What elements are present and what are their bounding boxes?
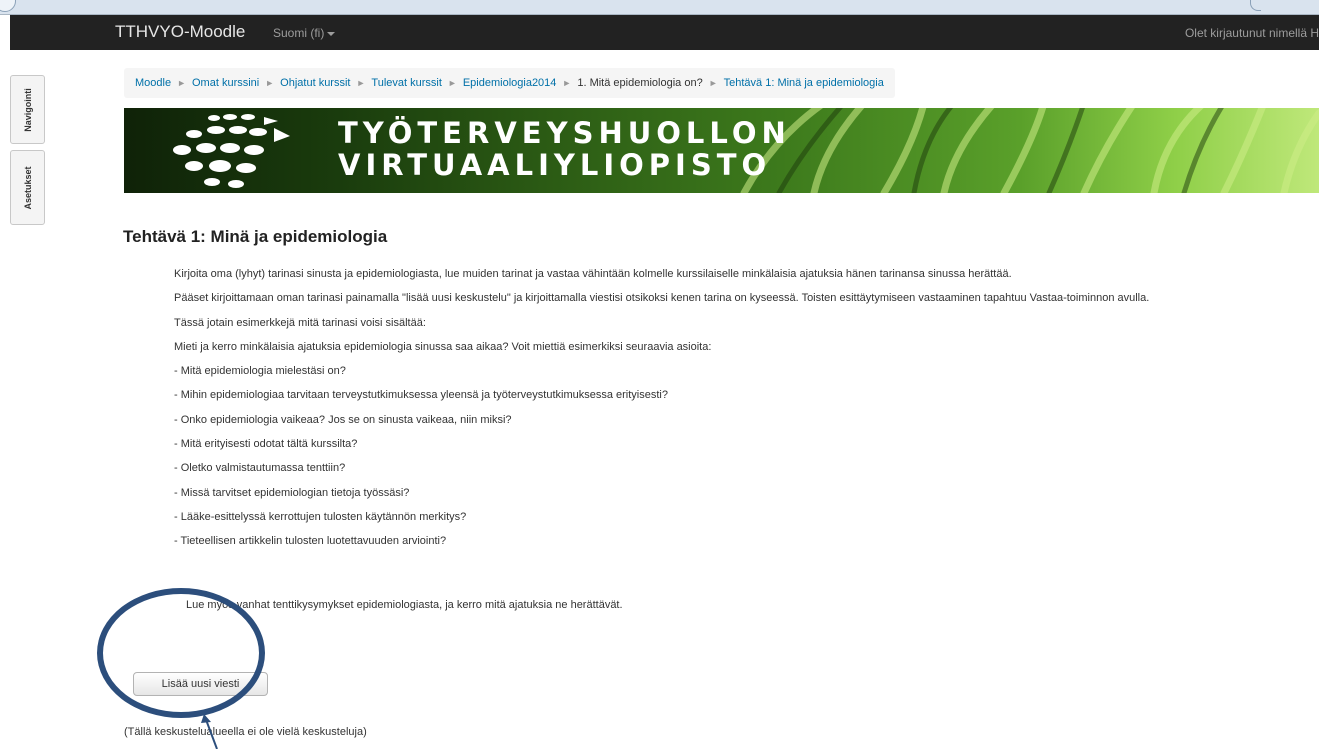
caret-down-icon bbox=[327, 31, 336, 36]
breadcrumb-separator-icon: ► bbox=[265, 78, 275, 88]
dock-tab-settings-label: Asetukset bbox=[22, 165, 33, 210]
breadcrumb-separator-icon: ► bbox=[177, 78, 186, 88]
question-item: - Lääke-esittelyssä kerrottujen tulosten… bbox=[174, 510, 467, 523]
breadcrumb-item-guided-courses[interactable]: Ohjatut kurssit bbox=[280, 77, 350, 89]
breadcrumb-separator-icon: ► bbox=[708, 78, 718, 88]
breadcrumb-item-my-courses[interactable]: Omat kurssini bbox=[192, 77, 259, 89]
breadcrumb-item-moodle[interactable]: Moodle bbox=[135, 77, 171, 89]
site-banner: TYÖTERVEYSHUOLLON VIRTUAALIYLIOPISTO bbox=[124, 108, 1319, 193]
no-discussions-note: (Tällä keskustelualueella ei ole vielä k… bbox=[124, 726, 367, 738]
breadcrumb-separator-icon: ► bbox=[447, 78, 457, 88]
assignment-description: Kirjoita oma (lyhyt) tarinasi sinusta ja… bbox=[174, 267, 1314, 559]
question-item: - Missä tarvitset epidemiologian tietoja… bbox=[174, 486, 410, 499]
language-menu[interactable]: Suomi (fi) bbox=[273, 26, 336, 40]
breadcrumb-separator-icon: ► bbox=[356, 78, 366, 88]
banner-title-line1: TYÖTERVEYSHUOLLON bbox=[338, 116, 791, 150]
question-item: - Oletko valmistautumassa tenttiin? bbox=[174, 462, 346, 475]
language-label: Suomi (fi) bbox=[273, 26, 325, 40]
banner-title-line2: VIRTUAALIYLIOPISTO bbox=[338, 148, 772, 182]
breadcrumb-item-course[interactable]: Epidemiologia2014 bbox=[463, 77, 557, 89]
question-item: - Tieteellisen artikkelin tulosten luote… bbox=[174, 535, 447, 548]
description-paragraph: Tässä jotain esimerkkejä mitä tarinasi v… bbox=[174, 316, 426, 329]
university-logo-icon bbox=[173, 114, 290, 188]
add-new-post-button[interactable]: Lisää uusi viesti bbox=[133, 672, 268, 696]
dock-tab-settings[interactable]: Asetukset bbox=[10, 150, 45, 225]
login-info: Olet kirjautunut nimellä H bbox=[1184, 26, 1319, 40]
description-paragraph: Mieti ja kerro minkälaisia ajatuksia epi… bbox=[174, 340, 712, 353]
dock-tab-navigation[interactable]: Navigointi bbox=[10, 75, 45, 144]
site-brand[interactable]: TTHVYO-Moodle bbox=[115, 22, 245, 42]
question-item: - Mitä epidemiologia mielestäsi on? bbox=[174, 365, 346, 378]
breadcrumb-item-assignment[interactable]: Tehtävä 1: Minä ja epidemiologia bbox=[724, 77, 884, 89]
top-navbar: TTHVYO-Moodle Suomi (fi) Olet kirjautunu… bbox=[10, 15, 1319, 50]
browser-tab-edge bbox=[1250, 0, 1261, 11]
page-title: Tehtävä 1: Minä ja epidemiologia bbox=[123, 227, 388, 246]
breadcrumb-item-upcoming-courses[interactable]: Tulevat kurssit bbox=[371, 77, 442, 89]
old-exam-note: Lue myös vanhat tenttikysymykset epidemi… bbox=[186, 599, 623, 611]
question-item: - Mihin epidemiologiaa tarvitaan terveys… bbox=[174, 389, 668, 402]
description-paragraph: Pääset kirjoittamaan oman tarinasi paina… bbox=[174, 292, 1150, 305]
browser-tab-strip bbox=[0, 0, 1319, 15]
dock-tab-navigation-label: Navigointi bbox=[22, 87, 33, 132]
breadcrumb: Moodle ► Omat kurssini ► Ohjatut kurssit… bbox=[124, 68, 895, 98]
breadcrumb-separator-icon: ► bbox=[562, 78, 572, 88]
browser-back-button-edge[interactable] bbox=[0, 0, 16, 12]
question-item: - Onko epidemiologia vaikeaa? Jos se on … bbox=[174, 413, 512, 426]
description-paragraph: Kirjoita oma (lyhyt) tarinasi sinusta ja… bbox=[174, 268, 1012, 280]
breadcrumb-item-section: 1. Mitä epidemiologia on? bbox=[577, 77, 703, 89]
question-item: - Mitä erityisesti odotat tältä kurssilt… bbox=[174, 438, 358, 451]
